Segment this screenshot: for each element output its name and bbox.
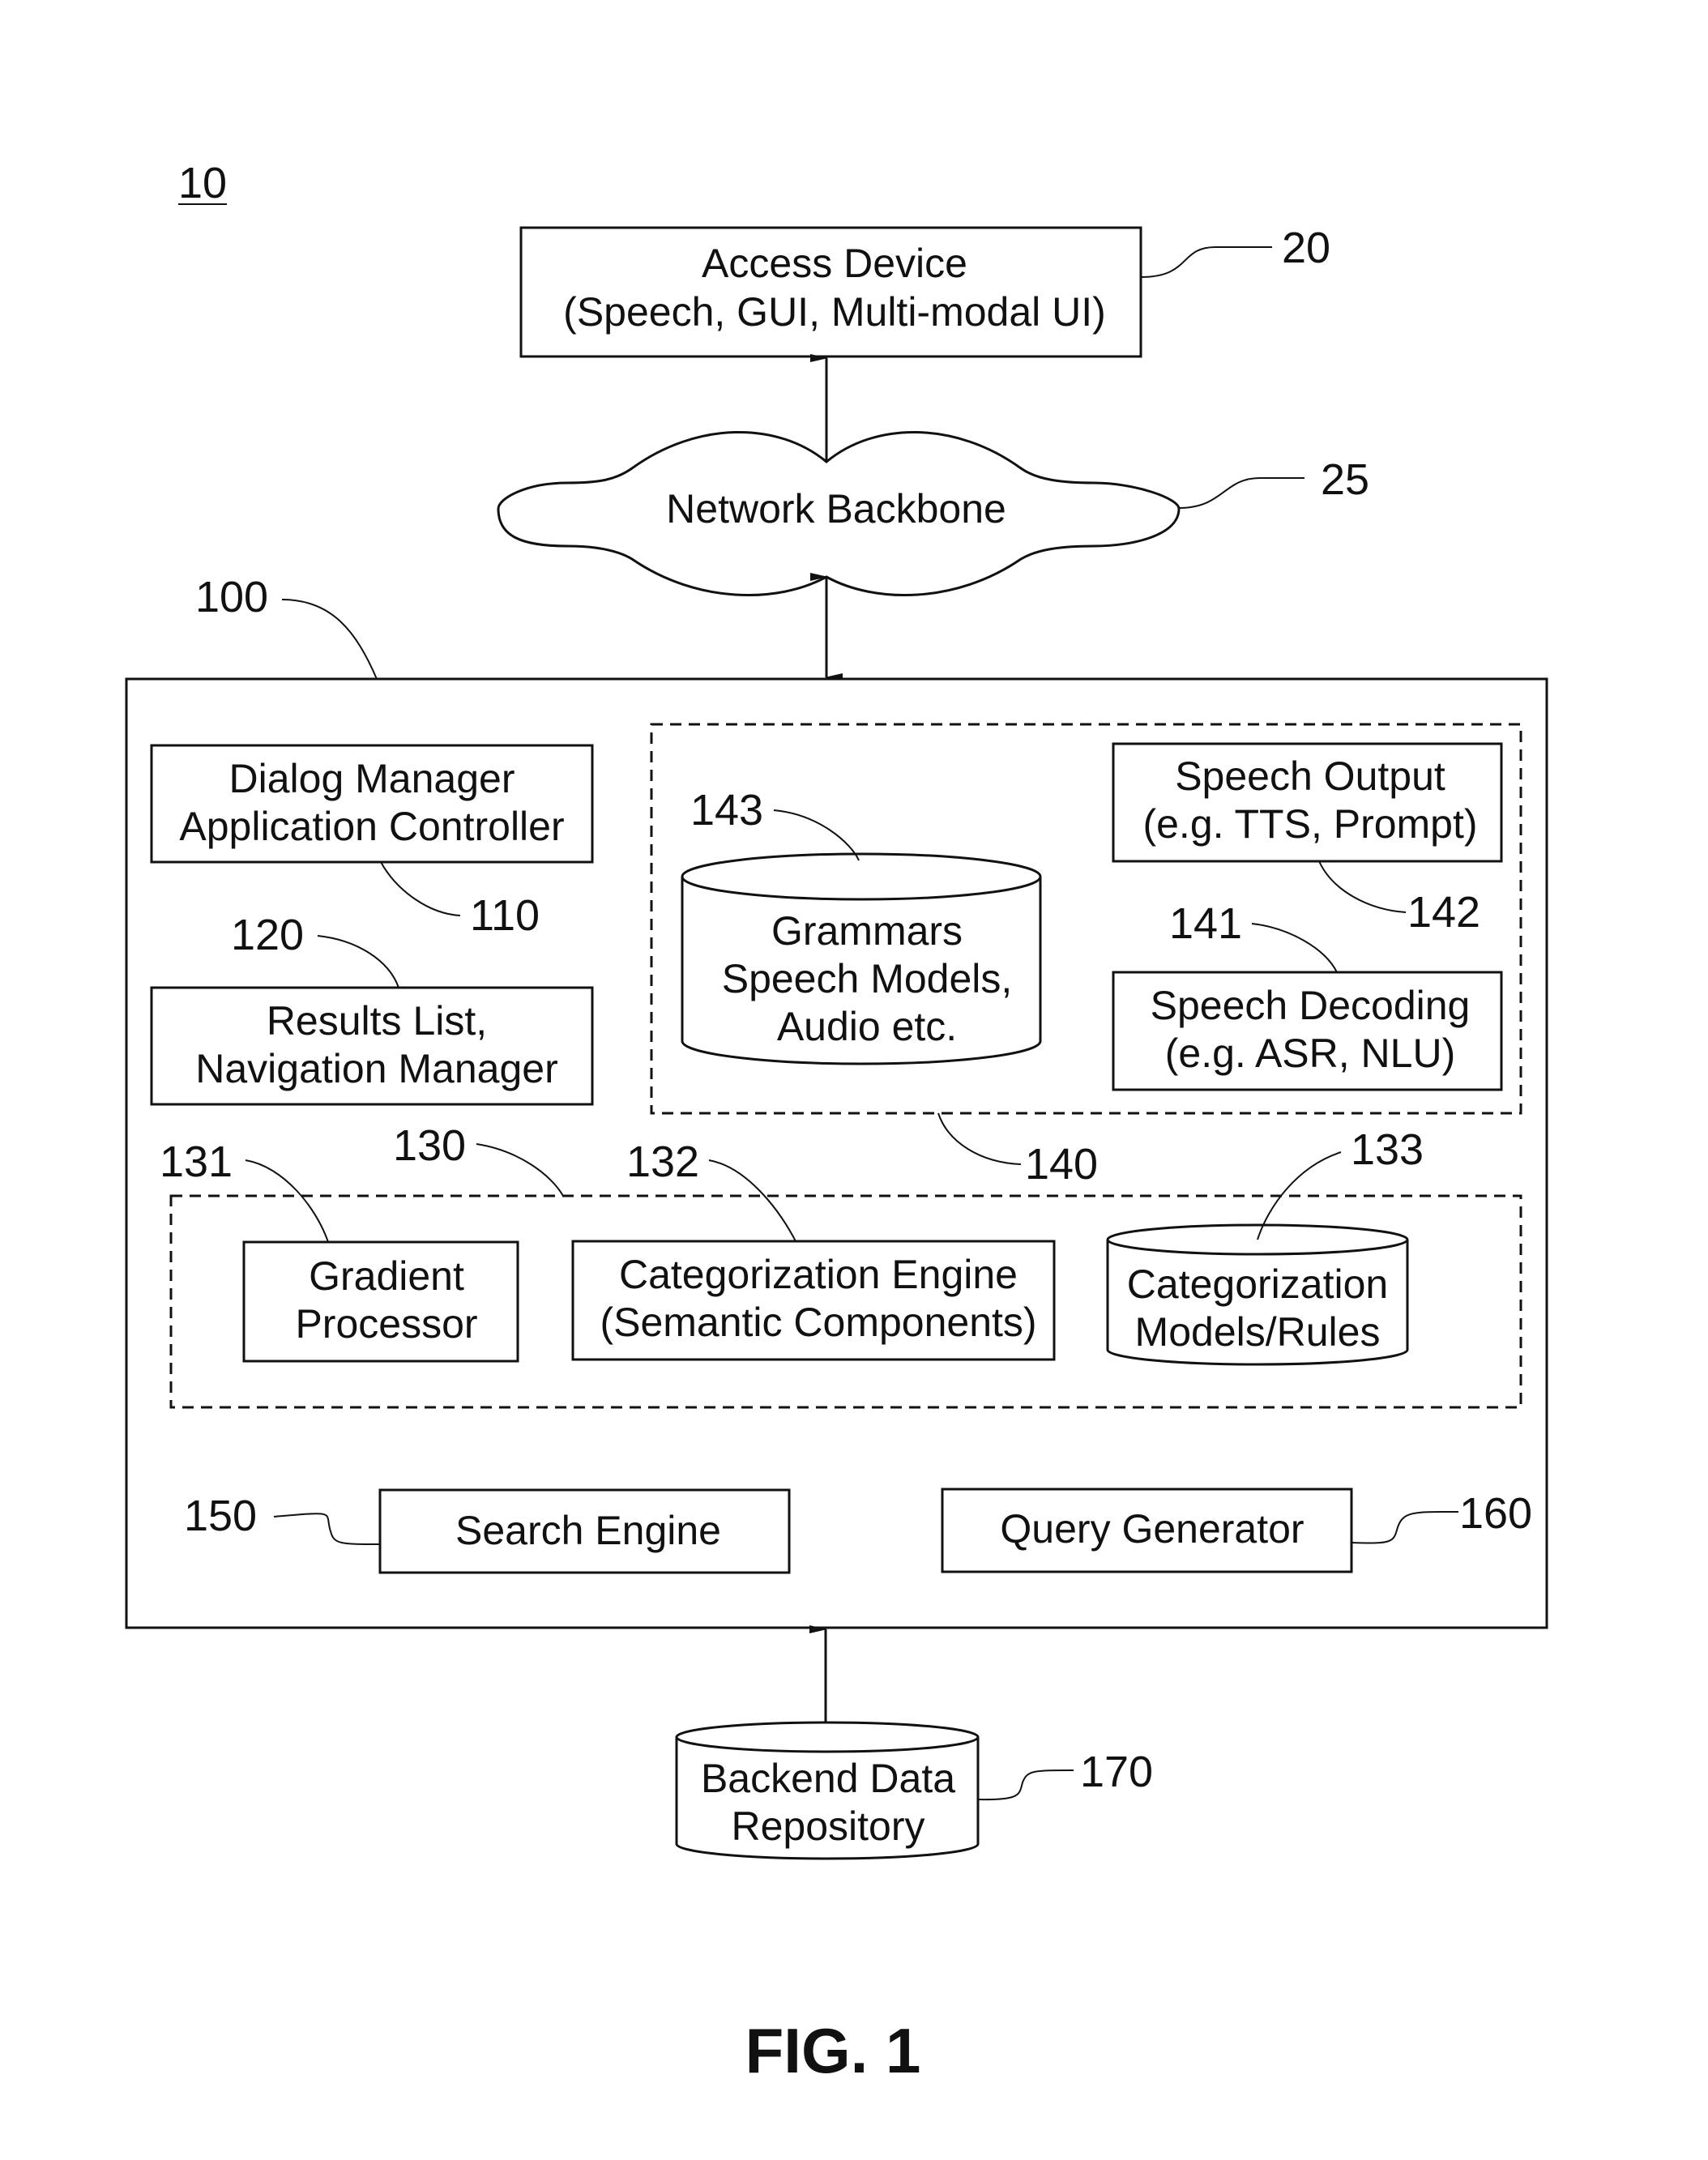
network-backbone-block: Network Backbone 25 bbox=[497, 430, 1369, 596]
speech-group-ref: 140 bbox=[1025, 1140, 1098, 1189]
gradient-processor-ref: 131 bbox=[160, 1138, 233, 1186]
network-label: Network Backbone bbox=[666, 486, 1006, 531]
categorization-engine-ref: 132 bbox=[626, 1138, 699, 1186]
categorization-engine-title: Categorization Engine bbox=[619, 1252, 1018, 1297]
categorization-models-subtitle: Models/Rules bbox=[1135, 1309, 1381, 1355]
results-list-title: Results List, bbox=[267, 998, 487, 1044]
grammars-line2: Speech Models, bbox=[722, 956, 1013, 1001]
dialog-manager-title: Dialog Manager bbox=[229, 756, 515, 801]
backend-ref: 170 bbox=[1080, 1748, 1153, 1796]
speech-output-title: Speech Output bbox=[1175, 753, 1445, 799]
results-list-subtitle: Navigation Manager bbox=[195, 1046, 558, 1091]
network-leader bbox=[1178, 477, 1304, 509]
grammars-cylinder-top bbox=[681, 852, 1042, 901]
backend-leader bbox=[977, 1769, 1074, 1801]
access-device-leader bbox=[1140, 246, 1272, 278]
gradient-processor-title: Gradient bbox=[309, 1253, 464, 1299]
network-ref: 25 bbox=[1321, 455, 1369, 504]
categorization-engine-subtitle: (Semantic Components) bbox=[600, 1300, 1036, 1345]
patent-figure: 10 Access Device (Speech, GUI, Multi-mod… bbox=[125, 159, 1548, 2086]
grammars-line1: Grammars bbox=[771, 908, 963, 954]
grammars-ref: 143 bbox=[690, 786, 763, 835]
search-engine-ref: 150 bbox=[184, 1492, 257, 1540]
speech-decoding-ref: 141 bbox=[1169, 899, 1242, 948]
categorization-models-title: Categorization bbox=[1127, 1261, 1388, 1307]
figure-caption: FIG. 1 bbox=[745, 2015, 921, 2086]
results-list-ref: 120 bbox=[231, 911, 304, 959]
speech-output-subtitle: (e.g. TTS, Prompt) bbox=[1142, 801, 1477, 847]
backend-subtitle: Repository bbox=[732, 1804, 925, 1849]
dialog-manager-ref: 110 bbox=[470, 891, 540, 940]
dialog-manager-subtitle: Application Controller bbox=[179, 804, 564, 849]
grammars-line3: Audio etc. bbox=[777, 1004, 957, 1049]
categorization-group-ref: 130 bbox=[393, 1121, 466, 1170]
access-device-ref: 20 bbox=[1282, 224, 1330, 272]
backend-title: Backend Data bbox=[701, 1756, 955, 1801]
categorization-models-ref: 133 bbox=[1351, 1125, 1424, 1174]
query-generator-ref: 160 bbox=[1459, 1489, 1532, 1538]
gradient-processor-subtitle: Processor bbox=[295, 1301, 477, 1347]
backend-repository-block: Backend Data Repository 170 bbox=[675, 1721, 1153, 1860]
access-device-title: Access Device bbox=[702, 241, 967, 286]
system-ref-label: 10 bbox=[178, 159, 227, 207]
main-system-ref: 100 bbox=[195, 573, 268, 621]
access-device-block: Access Device (Speech, GUI, Multi-modal … bbox=[519, 224, 1330, 358]
search-engine-label: Search Engine bbox=[455, 1508, 721, 1553]
access-device-subtitle: (Speech, GUI, Multi-modal UI) bbox=[563, 289, 1106, 335]
main-system-leader bbox=[281, 599, 378, 680]
backend-cylinder-top bbox=[675, 1721, 980, 1753]
speech-decoding-subtitle: (e.g. ASR, NLU) bbox=[1165, 1031, 1455, 1076]
speech-output-ref: 142 bbox=[1407, 888, 1480, 937]
speech-decoding-title: Speech Decoding bbox=[1151, 983, 1471, 1028]
query-generator-label: Query Generator bbox=[1000, 1506, 1304, 1552]
system-reference: 10 bbox=[178, 159, 227, 207]
